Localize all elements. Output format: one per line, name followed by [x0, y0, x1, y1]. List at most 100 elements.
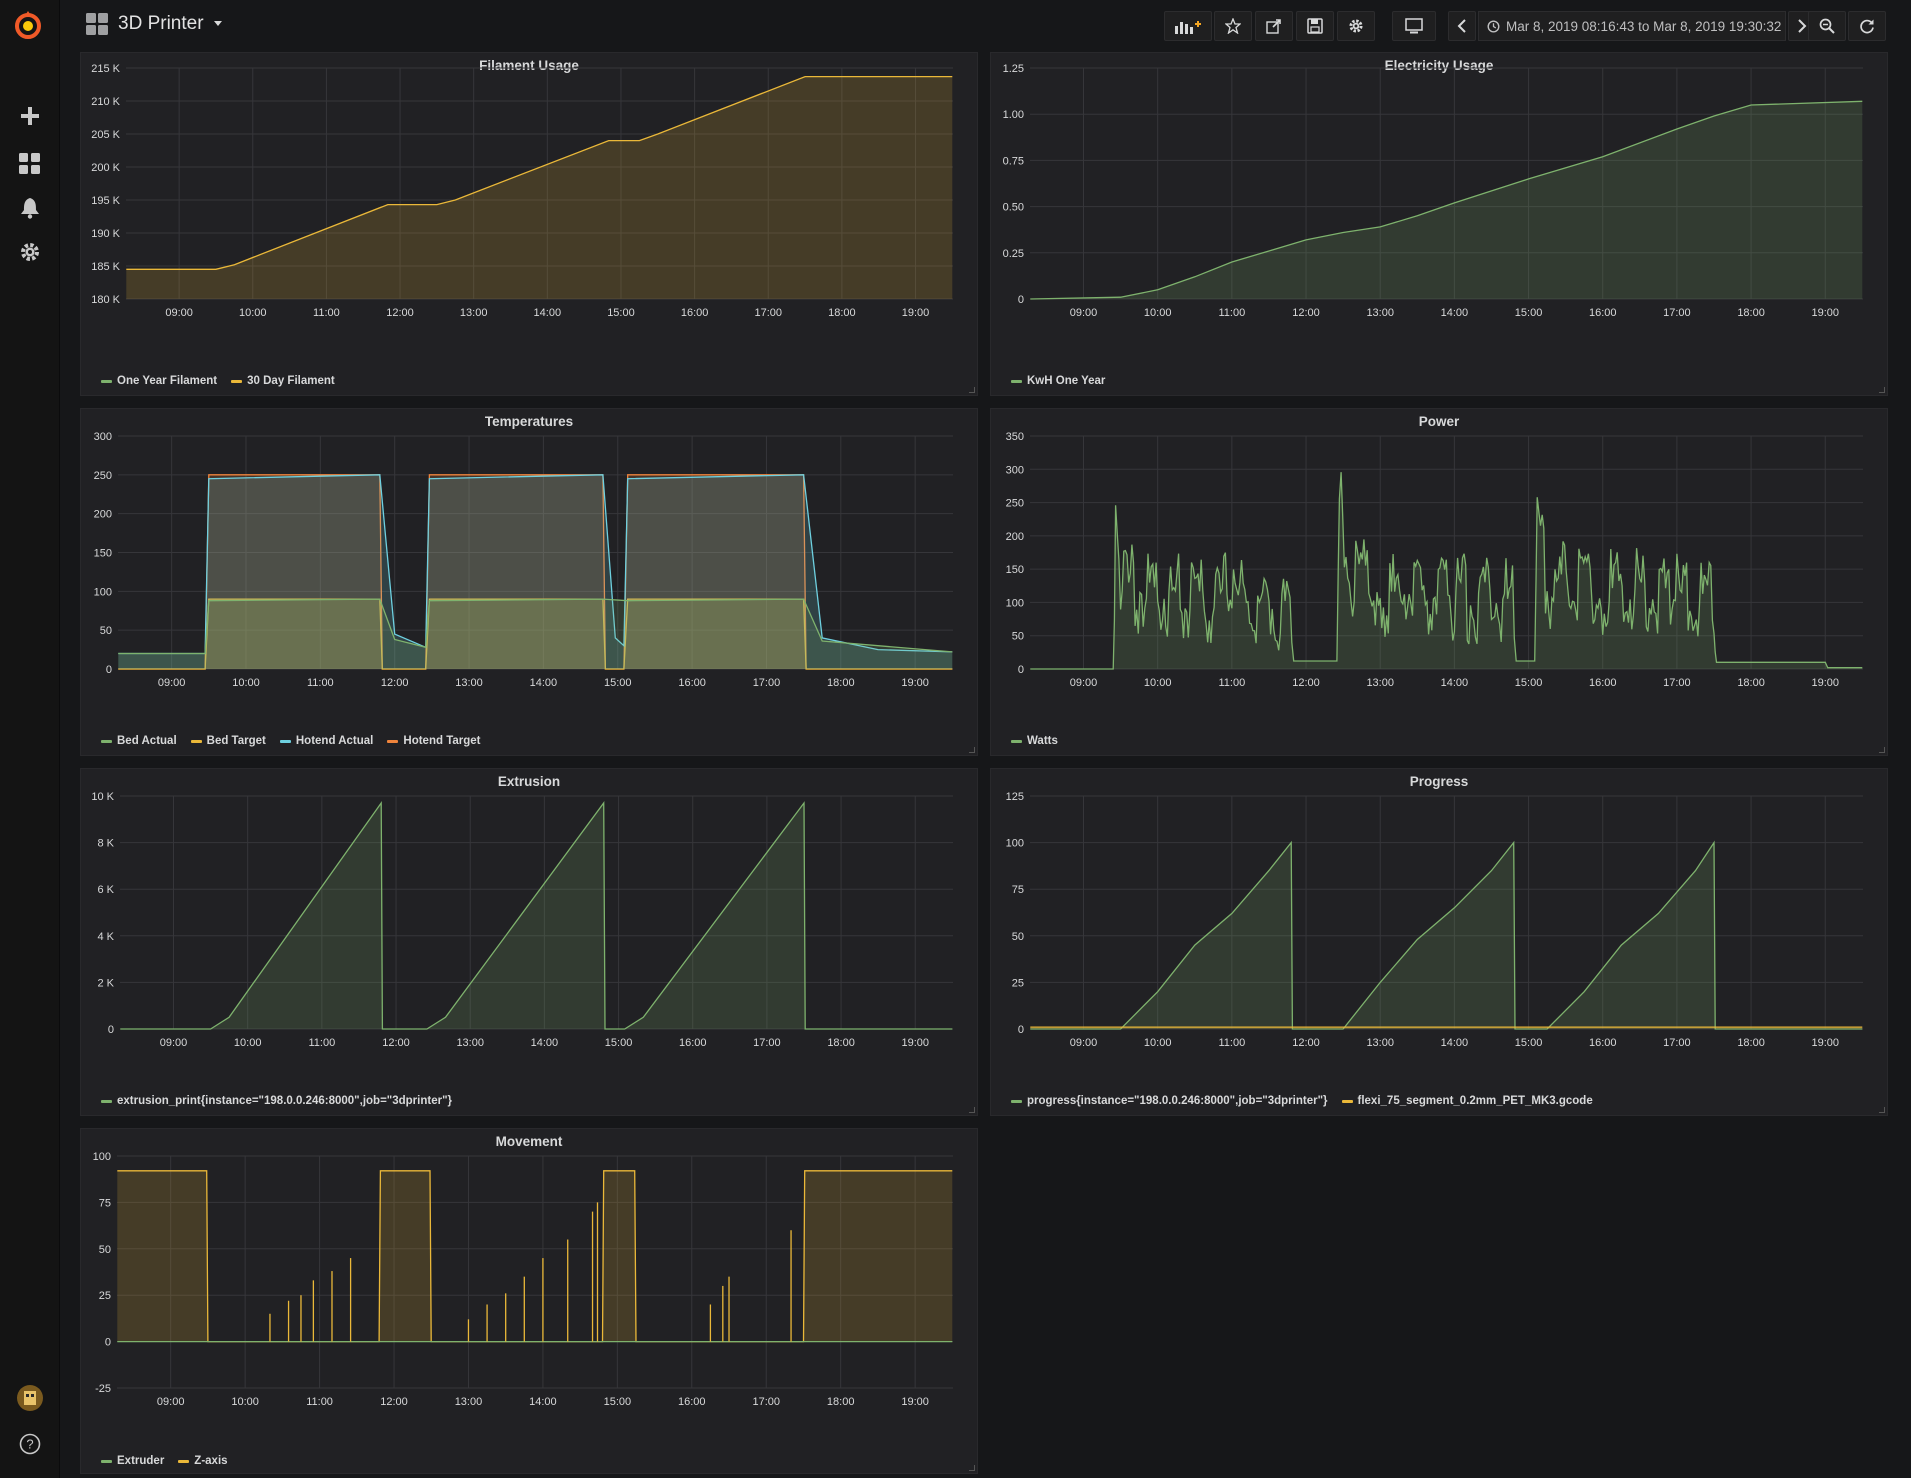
- share-button[interactable]: [1255, 11, 1293, 41]
- y-tick-label: 75: [1012, 884, 1024, 896]
- y-tick-label: 0.75: [1003, 155, 1024, 167]
- x-tick-label: 19:00: [901, 677, 929, 689]
- y-tick-label: 0.50: [1003, 202, 1024, 214]
- graph-power[interactable]: 350 300 250 200 150 100 50 0 09:00 10:00 11:00 12:0…: [991, 409, 1889, 757]
- legend-item[interactable]: 30 Day Filament: [231, 375, 335, 387]
- panel-filament-usage[interactable]: Filament Usage 215 K 210 K 205 K 200 K 195 K…: [80, 52, 978, 396]
- zoom-out-icon: [1819, 18, 1835, 34]
- x-tick-label: 16:00: [681, 307, 709, 319]
- help-icon[interactable]: ?: [14, 1428, 46, 1460]
- x-tick-label: 13:00: [460, 307, 488, 319]
- legend-item[interactable]: Hotend Target: [387, 735, 480, 747]
- bell-icon[interactable]: [14, 192, 46, 224]
- legend-item[interactable]: One Year Filament: [101, 375, 217, 387]
- resize-handle[interactable]: [1879, 387, 1885, 393]
- legend: extrusion_print{instance="198.0.0.246:80…: [101, 1095, 452, 1107]
- panel-power[interactable]: Power 350 300 250 200 150 100 50 0 09:00 10:00 11:…: [990, 408, 1888, 756]
- settings-button[interactable]: [1337, 11, 1375, 41]
- y-tick-label: 350: [1006, 431, 1024, 443]
- resize-handle[interactable]: [1879, 1107, 1885, 1113]
- legend-item[interactable]: Bed Actual: [101, 735, 177, 747]
- x-tick-label: 09:00: [165, 307, 193, 319]
- legend-label: Hotend Target: [403, 735, 481, 747]
- x-tick-label: 16:00: [1589, 677, 1617, 689]
- legend-item[interactable]: Hotend Actual: [279, 735, 373, 747]
- graph-temperatures[interactable]: 300 250 200 150 100 50 0 09:00 10:00 11:00 12:00 13…: [81, 409, 979, 757]
- y-tick-label: 190 K: [91, 228, 120, 240]
- panel-electricity-usage[interactable]: Electricity Usage 1.25 1.00 0.75 0.50 0.25 0 0…: [990, 52, 1888, 396]
- y-tick-label: 0: [106, 664, 112, 676]
- legend-item[interactable]: Extruder: [101, 1455, 164, 1467]
- legend-item[interactable]: progress{instance="198.0.0.246:8000",job…: [1011, 1095, 1328, 1107]
- x-tick-label: 11:00: [1218, 677, 1245, 689]
- legend-item[interactable]: Watts: [1011, 735, 1058, 747]
- legend-item[interactable]: Z-axis: [178, 1455, 228, 1467]
- y-tick-label: 100: [93, 1151, 111, 1163]
- star-button[interactable]: [1214, 11, 1252, 41]
- legend-item[interactable]: KwH One Year: [1011, 375, 1105, 387]
- panel-temperatures[interactable]: Temperatures 300 250 200 150 100 50 0 09:00 10:0…: [80, 408, 978, 756]
- time-range-text: Mar 8, 2019 08:16:43 to Mar 8, 2019 19:3…: [1506, 18, 1782, 34]
- y-tick-label: 0: [1018, 1024, 1024, 1036]
- user-avatar-icon[interactable]: [14, 1382, 46, 1414]
- save-button[interactable]: [1296, 11, 1334, 41]
- graph-extrusion[interactable]: 10 K 8 K 6 K 4 K 2 K 0 09:00 10:00 11:00 12:00 13:…: [81, 769, 979, 1117]
- tv-mode-button[interactable]: [1392, 11, 1436, 41]
- add-panel-button[interactable]: [1164, 11, 1212, 41]
- graph-electricity-usage[interactable]: 1.25 1.00 0.75 0.50 0.25 0 09:00 10:00 11:00 12:0…: [991, 53, 1889, 397]
- caret-down-icon: [213, 21, 222, 26]
- x-tick-label: 13:00: [455, 677, 483, 689]
- resize-handle[interactable]: [969, 1107, 975, 1113]
- x-tick-label: 11:00: [1218, 1037, 1245, 1049]
- x-tick-label: 12:00: [1292, 307, 1320, 319]
- resize-handle[interactable]: [969, 747, 975, 753]
- y-tick-label: 215 K: [91, 63, 120, 75]
- panel-extrusion[interactable]: Extrusion 10 K8 K6 K4 K2 K 0 09:00 10:00 11:…: [80, 768, 978, 1116]
- y-tick-label: 50: [99, 1244, 111, 1256]
- dashboards-icon: [86, 13, 108, 35]
- legend-swatch: [279, 739, 291, 743]
- x-tick-label: 18:00: [1737, 1037, 1765, 1049]
- x-tick-label: 15:00: [607, 307, 635, 319]
- resize-handle[interactable]: [969, 1465, 975, 1471]
- x-tick-label: 10:00: [1144, 1037, 1172, 1049]
- graph-progress[interactable]: 125 100 75 50 25 0 09:00 10:00 11:00 12:00 13:00 14…: [991, 769, 1889, 1117]
- gear-icon[interactable]: [14, 236, 46, 268]
- zoom-out-button[interactable]: [1808, 11, 1846, 41]
- legend-swatch: [1011, 1099, 1022, 1103]
- legend-item[interactable]: flexi_75_segment_0.2mm_PET_MK3.gcode: [1341, 1095, 1593, 1107]
- dashboards-icon[interactable]: [14, 148, 46, 180]
- time-range-picker[interactable]: Mar 8, 2019 08:16:43 to Mar 8, 2019 19:3…: [1478, 11, 1786, 41]
- y-tick-label: 0: [105, 1337, 111, 1349]
- x-tick-label: 19:00: [1811, 677, 1839, 689]
- dashboard-title-picker[interactable]: 3D Printer: [86, 13, 222, 35]
- grafana-logo-icon[interactable]: [10, 8, 46, 44]
- x-tick-label: 10:00: [231, 1396, 259, 1408]
- x-tick-label: 19:00: [901, 1037, 929, 1049]
- legend-item[interactable]: Bed Target: [190, 735, 266, 747]
- x-tick-label: 18:00: [827, 1396, 855, 1408]
- x-tick-label: 10:00: [1144, 307, 1172, 319]
- graph-movement[interactable]: 100 75 50 25 0 -25 09:00 10:00 11:00 12:00 13:00 14…: [81, 1129, 979, 1475]
- legend-label: One Year Filament: [117, 375, 218, 387]
- x-tick-label: 15:00: [1515, 677, 1543, 689]
- resize-handle[interactable]: [1879, 747, 1885, 753]
- x-tick-label: 17:00: [1663, 307, 1691, 319]
- time-back-button[interactable]: [1448, 11, 1476, 41]
- refresh-button[interactable]: [1848, 11, 1886, 41]
- graph-filament-usage[interactable]: 215 K 210 K 205 K 200 K 195 K 190 K 185 K 180 K…: [81, 53, 979, 397]
- x-tick-label: 10:00: [1144, 677, 1172, 689]
- panel-progress[interactable]: Progress 125 100 75 50 25 0 09:00 10:00 11:00 12:…: [990, 768, 1888, 1116]
- plus-icon[interactable]: [14, 100, 46, 132]
- y-tick-label: 0: [108, 1024, 114, 1036]
- svg-text:?: ?: [26, 1437, 33, 1452]
- legend-item[interactable]: extrusion_print{instance="198.0.0.246:80…: [101, 1095, 452, 1107]
- legend-swatch: [101, 1099, 112, 1103]
- x-tick-label: 15:00: [1515, 307, 1543, 319]
- x-tick-label: 12:00: [380, 1396, 408, 1408]
- resize-handle[interactable]: [969, 387, 975, 393]
- panel-movement[interactable]: Movement 100 75 50 25 0 -25 09:00 10:00 11:00 12:…: [80, 1128, 978, 1474]
- share-icon: [1266, 19, 1281, 34]
- legend-swatch: [101, 379, 112, 383]
- y-tick-label: -25: [95, 1383, 111, 1395]
